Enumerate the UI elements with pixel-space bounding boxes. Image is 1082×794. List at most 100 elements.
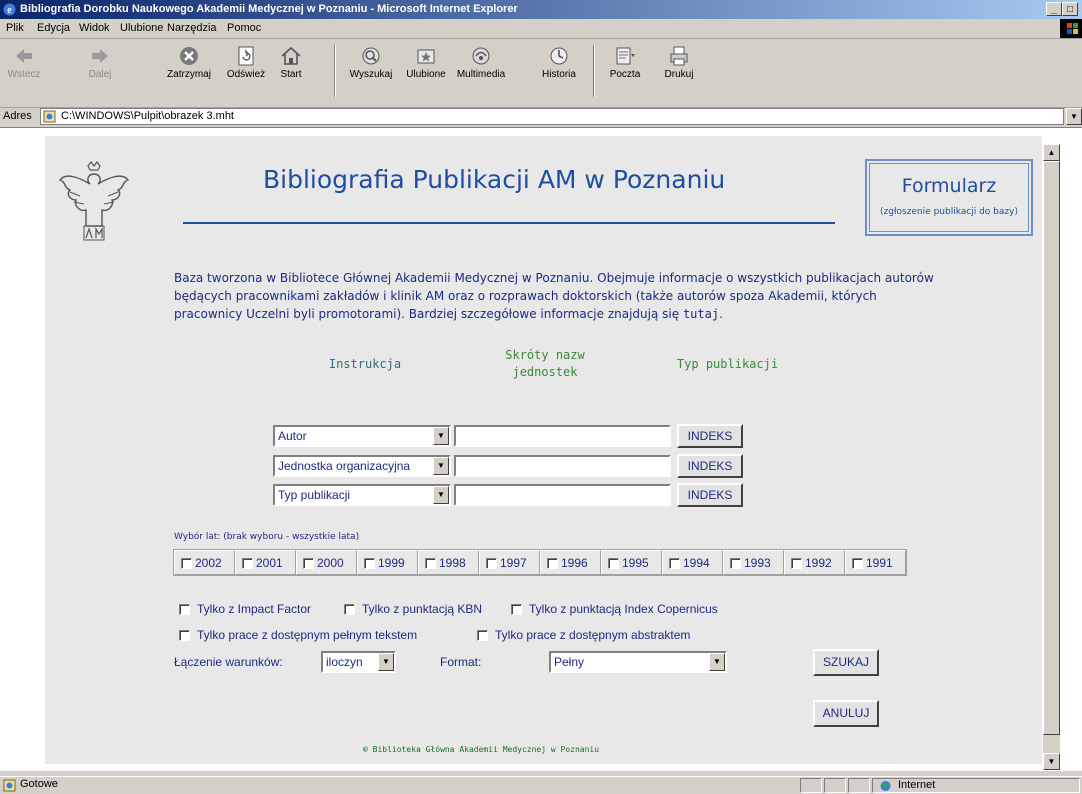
search-term-input-2[interactable]: [454, 455, 671, 477]
print-button[interactable]: Drukuj: [659, 45, 699, 80]
year-1991-checkbox[interactable]: 1991: [845, 550, 906, 575]
mail-button[interactable]: Poczta: [605, 45, 645, 80]
cancel-button[interactable]: ANULUJ: [813, 700, 879, 727]
year-1998-checkbox[interactable]: 1998: [418, 550, 479, 575]
year-1993-checkbox[interactable]: 1993: [723, 550, 784, 575]
scroll-thumb[interactable]: [1043, 161, 1060, 735]
status-bar: Gotowe Internet: [0, 776, 1082, 794]
browser-toolbar: Wstecz Dalej Zatrzymaj Odśwież Start Wys…: [0, 39, 1082, 108]
form-link-box[interactable]: Formularz (zgłoszenie publikacji do bazy…: [865, 159, 1033, 236]
favorites-label: Ulubione: [406, 69, 446, 80]
forward-button[interactable]: Dalej: [82, 45, 118, 80]
year-2002-checkbox[interactable]: 2002: [174, 550, 235, 575]
footer-text: © Biblioteka Główna Akademii Medycznej w…: [363, 745, 599, 754]
year-selection-label: Wybór lat: (brak wyboru - wszystkie lata…: [174, 532, 360, 542]
maximize-button[interactable]: □: [1062, 2, 1078, 16]
history-button[interactable]: Historia: [537, 45, 581, 80]
typ-publikacji-link[interactable]: Typ publikacji: [655, 357, 800, 371]
kbn-checkbox[interactable]: Tylko z punktacją KBN: [344, 602, 482, 616]
menu-edycja[interactable]: Edycja: [37, 19, 70, 38]
home-button[interactable]: Start: [272, 45, 310, 80]
year-1995-checkbox[interactable]: 1995: [601, 550, 662, 575]
field-select-1[interactable]: Autor ▼: [273, 425, 451, 447]
print-icon: [670, 46, 688, 66]
menu-plik[interactable]: Plik: [6, 19, 24, 38]
year-label: 2001: [256, 556, 283, 570]
toolbar-separator: [593, 45, 595, 97]
checkbox-icon: [425, 558, 436, 569]
year-1999-checkbox[interactable]: 1999: [357, 550, 418, 575]
format-select-value: Pełny: [554, 655, 585, 669]
chevron-down-icon: ▼: [378, 653, 394, 671]
menu-narzedzia[interactable]: Narzędzia: [167, 19, 217, 38]
join-select-value: iloczyn: [326, 655, 363, 669]
checkbox-icon: [791, 558, 802, 569]
refresh-button[interactable]: Odśwież: [224, 45, 268, 80]
fulltext-checkbox[interactable]: Tylko prace z dostępnym pełnym tekstem: [179, 628, 417, 642]
abstract-checkbox[interactable]: Tylko prace z dostępnym abstraktem: [477, 628, 690, 642]
checkbox-icon: [608, 558, 619, 569]
field-select-3-value: Typ publikacji: [278, 488, 351, 502]
description-link[interactable]: tutaj: [683, 307, 719, 321]
refresh-icon: [238, 46, 254, 66]
field-select-3[interactable]: Typ publikacji ▼: [273, 484, 451, 506]
year-2001-checkbox[interactable]: 2001: [235, 550, 296, 575]
copyright-icon: ©: [363, 745, 368, 754]
year-2000-checkbox[interactable]: 2000: [296, 550, 357, 575]
year-1992-checkbox[interactable]: 1992: [784, 550, 845, 575]
skroty-link[interactable]: Skróty nazw jednostek: [470, 347, 620, 381]
skroty-link-line1: Skróty nazw: [505, 348, 585, 362]
history-label: Historia: [542, 69, 576, 80]
menu-pomoc[interactable]: Pomoc: [227, 19, 261, 38]
year-label: 1993: [744, 556, 771, 570]
year-1994-checkbox[interactable]: 1994: [662, 550, 723, 575]
year-label: 1996: [561, 556, 588, 570]
instrukcja-link[interactable]: Instrukcja: [305, 357, 425, 371]
footer-label: Biblioteka Główna Akademii Medycznej w P…: [372, 745, 600, 754]
back-arrow-icon: [16, 49, 32, 63]
chevron-down-icon: ▼: [433, 457, 449, 475]
year-1997-checkbox[interactable]: 1997: [479, 550, 540, 575]
window-title: Bibliografia Dorobku Naukowego Akademii …: [20, 3, 518, 15]
status-cell: [800, 778, 822, 793]
checkbox-icon: [852, 558, 863, 569]
search-term-input-3[interactable]: [454, 484, 671, 506]
year-checkbox-row: 2002 2001 2000 1999 1998 1997 1996 1995 …: [173, 549, 907, 576]
impact-factor-checkbox[interactable]: Tylko z Impact Factor: [179, 602, 311, 616]
format-select[interactable]: Pełny ▼: [549, 651, 727, 673]
vertical-scrollbar[interactable]: ▲ ▼: [1043, 144, 1060, 770]
menu-widok[interactable]: Widok: [79, 19, 110, 38]
address-dropdown-button[interactable]: ▼: [1066, 108, 1082, 125]
svg-text:e: e: [7, 5, 12, 16]
back-button[interactable]: Wstecz: [4, 45, 44, 80]
eagle-logo-icon: [58, 161, 130, 241]
home-icon: [281, 46, 301, 65]
address-input[interactable]: C:\WINDOWS\Pulpit\obrazek 3.mht: [40, 108, 1064, 125]
title-divider: [183, 222, 835, 224]
checkbox-icon: [669, 558, 680, 569]
checkbox-icon: [344, 604, 355, 615]
minimize-button[interactable]: _: [1046, 2, 1062, 16]
windows-logo-icon: [1060, 19, 1082, 38]
search-submit-button[interactable]: SZUKAJ: [813, 649, 879, 676]
status-cell: [824, 778, 846, 793]
index-button-1[interactable]: INDEKS: [677, 424, 743, 448]
stop-button[interactable]: Zatrzymaj: [160, 45, 218, 80]
join-select[interactable]: iloczyn ▼: [321, 651, 396, 673]
menu-ulubione[interactable]: Ulubione: [120, 19, 163, 38]
favorites-button[interactable]: Ulubione: [402, 45, 450, 80]
search-button[interactable]: Wyszukaj: [345, 45, 397, 80]
fulltext-label: Tylko prace z dostępnym pełnym tekstem: [197, 628, 418, 642]
checkbox-icon: [181, 558, 192, 569]
description-end: .: [719, 307, 723, 321]
scroll-up-button[interactable]: ▲: [1043, 144, 1060, 161]
media-button[interactable]: Multimedia: [455, 45, 507, 80]
checkbox-icon: [179, 630, 190, 641]
copernicus-checkbox[interactable]: Tylko z punktacją Index Copernicus: [511, 602, 718, 616]
search-term-input-1[interactable]: [454, 425, 671, 447]
index-button-2[interactable]: INDEKS: [677, 454, 743, 478]
year-1996-checkbox[interactable]: 1996: [540, 550, 601, 575]
index-button-3[interactable]: INDEKS: [677, 483, 743, 507]
field-select-2[interactable]: Jednostka organizacyjna ▼: [273, 455, 451, 477]
scroll-down-button[interactable]: ▼: [1043, 753, 1060, 770]
